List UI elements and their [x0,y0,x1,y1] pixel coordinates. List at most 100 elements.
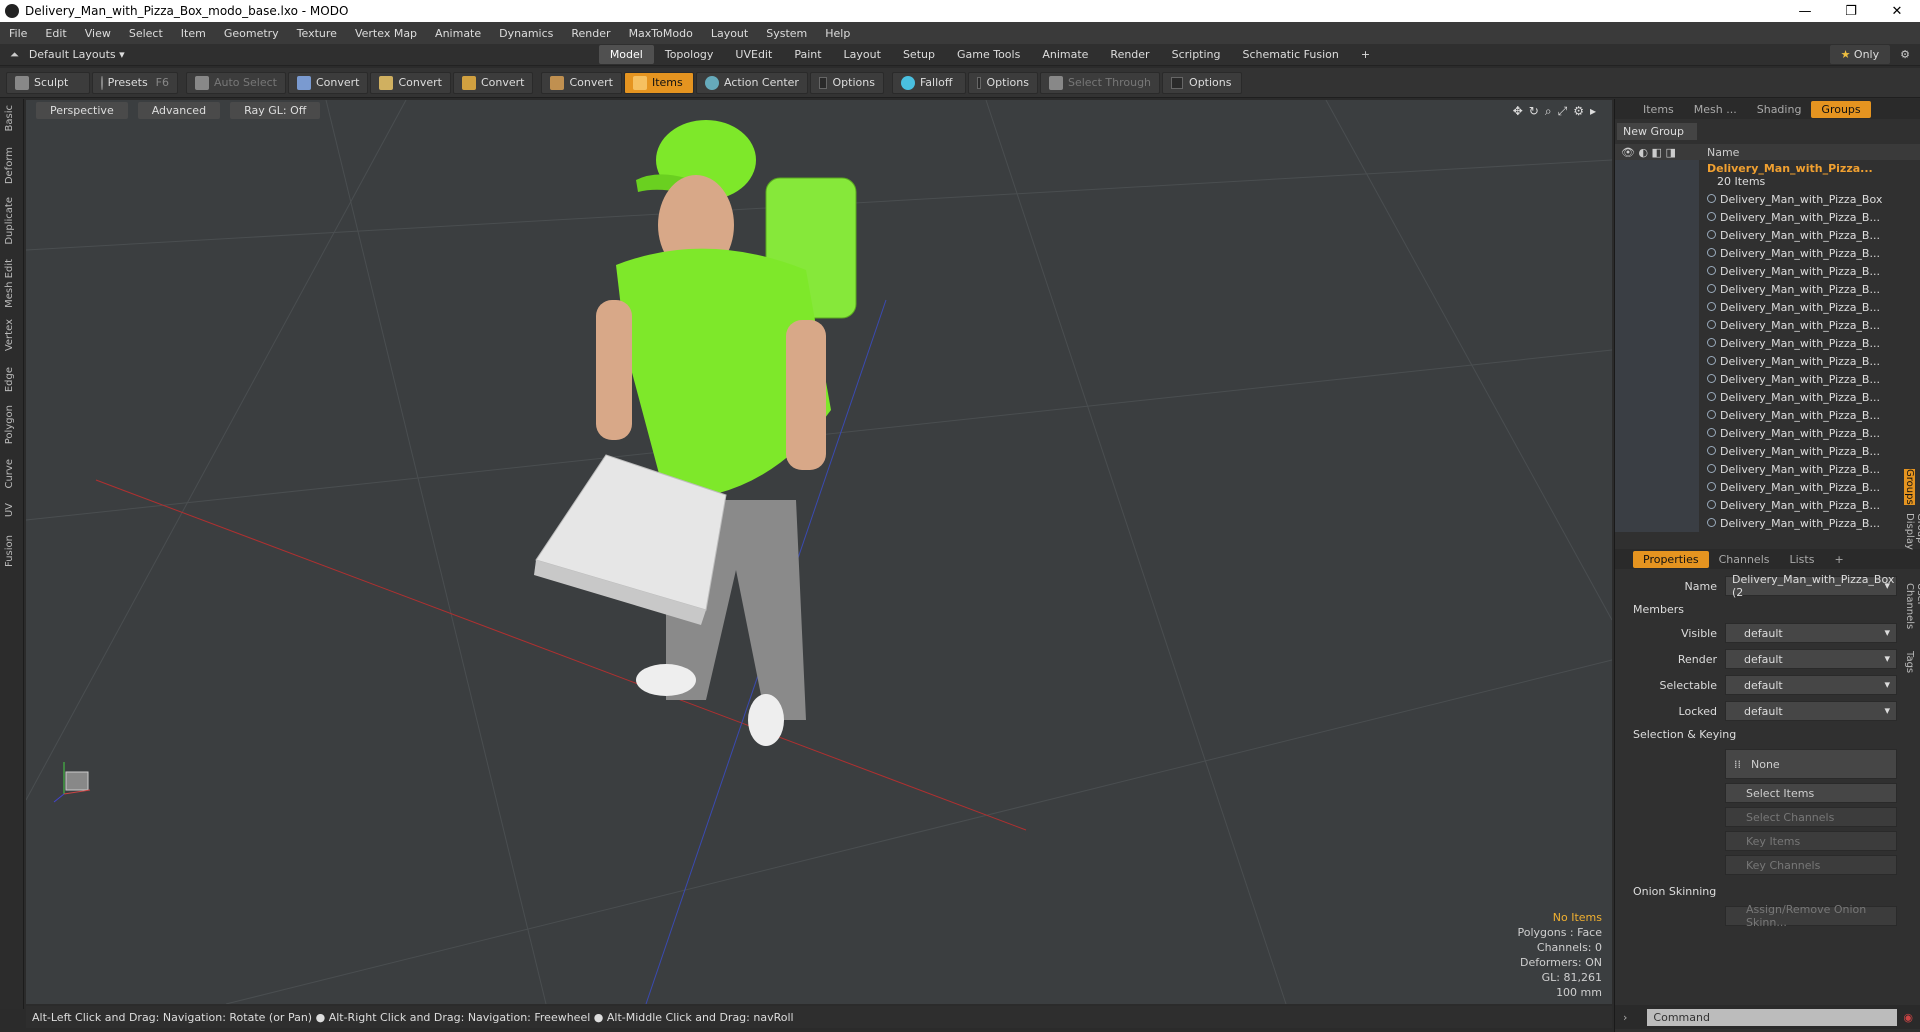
group-item-row[interactable]: Delivery_Man_with_Pizza_B... [1615,208,1920,226]
gear-icon[interactable]: ⚙ [1890,48,1920,61]
raygl-button[interactable]: Ray GL: Off [230,102,321,119]
menu-file[interactable]: File [0,27,36,40]
group-item-row[interactable]: Delivery_Man_with_Pizza_Box [1615,190,1920,208]
name-field[interactable]: Delivery_Man_with_Pizza_Box (2 [1725,573,1897,599]
tab-groups[interactable]: Groups [1811,100,1871,118]
menu-animate[interactable]: Animate [426,27,490,40]
vtab-curve[interactable]: Curve [4,459,15,489]
menu-layout[interactable]: Layout [702,27,757,40]
tab-schematic-fusion[interactable]: Schematic Fusion [1232,45,1350,64]
group-item-row[interactable]: Delivery_Man_with_Pizza_B... [1615,406,1920,424]
tab-model[interactable]: Model [598,45,654,64]
vtab-fusion[interactable]: Fusion [4,535,15,567]
select-channels-button[interactable]: Select Channels [1725,807,1897,827]
menu-render[interactable]: Render [562,27,619,40]
menu-system[interactable]: System [757,27,816,40]
fit-view-icon[interactable]: ⤢ [1558,104,1568,119]
menu-texture[interactable]: Texture [288,27,346,40]
convert-button-2[interactable]: Convert [370,71,451,94]
vtab-tags[interactable]: Tags [1904,651,1915,673]
add-properties-tab[interactable]: + [1824,551,1853,568]
vtab-user-channels[interactable]: User Channels [1904,583,1920,629]
vtab-groups[interactable]: Groups [1904,469,1915,505]
tab-setup[interactable]: Setup [892,45,946,64]
locked-dropdown[interactable]: default [1725,701,1897,721]
tab-uvedit[interactable]: UVEdit [724,45,783,64]
tab-layout[interactable]: Layout [833,45,892,64]
members-section[interactable]: Members [1615,599,1920,620]
options-checkbox[interactable] [818,76,827,89]
options-button-3[interactable]: Options [1162,71,1243,94]
group-item-row[interactable]: Delivery_Man_with_Pizza_B... [1615,460,1920,478]
move-view-icon[interactable]: ✥ [1513,104,1523,119]
select-items-button[interactable]: Select Items [1725,783,1897,803]
tab-lists[interactable]: Lists [1780,551,1825,568]
tab-items[interactable]: Items [1633,101,1684,118]
command-input[interactable]: Command [1647,1008,1898,1026]
vtab-group-display[interactable]: Group Display [1904,513,1920,550]
options-button-1[interactable]: Options [809,71,884,94]
group-item-row[interactable]: Delivery_Man_with_Pizza_B... [1615,316,1920,334]
convert-button-4[interactable]: Convert [541,71,622,94]
menu-edit[interactable]: Edit [36,27,75,40]
options-checkbox[interactable] [1171,76,1184,89]
tab-channels[interactable]: Channels [1709,551,1780,568]
close-button[interactable]: ✕ [1874,4,1920,19]
group-item-row[interactable]: Delivery_Man_with_Pizza_B... [1615,352,1920,370]
default-layouts-dropdown[interactable]: Default Layouts ▾ [29,48,599,61]
menu-dynamics[interactable]: Dynamics [490,27,562,40]
tab-game-tools[interactable]: Game Tools [946,45,1031,64]
group-item-row[interactable]: Delivery_Man_with_Pizza_B... [1615,298,1920,316]
menu-view[interactable]: View [76,27,120,40]
group-item-row[interactable]: Delivery_Man_with_Pizza_B... [1615,244,1920,262]
menu-item[interactable]: Item [172,27,215,40]
vtab-basic[interactable]: Basic [4,105,15,131]
layout-icon[interactable]: ⏶ [0,48,29,62]
rotate-view-icon[interactable]: ↻ [1529,104,1539,119]
vtab-polygon[interactable]: Polygon [4,405,15,444]
group-item-row[interactable]: Delivery_Man_with_Pizza_B... [1615,514,1920,532]
tab-mesh[interactable]: Mesh ... [1684,101,1747,118]
render-dropdown[interactable]: default [1725,649,1897,669]
command-expand-icon[interactable]: › [1615,1011,1627,1024]
presets-button[interactable]: Presets F6 [92,71,178,94]
viewport-settings-icon[interactable]: ⚙ [1573,104,1584,119]
items-button[interactable]: Items [623,71,694,94]
only-button[interactable]: ★ Only [1829,45,1891,64]
group-row[interactable]: Delivery_Man_with_Pizza... 20 Items [1615,160,1920,190]
options-button-2[interactable]: Options [967,71,1038,94]
action-center-button[interactable]: Action Center [695,71,808,94]
onion-skinning-section[interactable]: Onion Skinning [1615,881,1920,902]
name-column-header[interactable]: Name [1699,146,1739,159]
group-item-row[interactable]: Delivery_Man_with_Pizza_B... [1615,262,1920,280]
none-button[interactable]: ⁞⁞ None [1725,749,1897,779]
menu-geometry[interactable]: Geometry [215,27,288,40]
add-tab-icon[interactable]: + [1350,45,1381,64]
group-item-row[interactable]: Delivery_Man_with_Pizza_B... [1615,424,1920,442]
group-item-row[interactable]: Delivery_Man_with_Pizza_B... [1615,442,1920,460]
options-checkbox[interactable] [976,76,981,89]
group-item-row[interactable]: Delivery_Man_with_Pizza_B... [1615,226,1920,244]
visible-dropdown[interactable]: default [1725,623,1897,643]
key-channels-button[interactable]: Key Channels [1725,855,1897,875]
tab-properties[interactable]: Properties [1633,550,1709,568]
selection-keying-section[interactable]: Selection & Keying [1615,724,1920,745]
vtab-mesh-edit[interactable]: Mesh Edit [4,259,15,308]
menu-maxtomodo[interactable]: MaxToModo [620,27,702,40]
viewport-menu-icon[interactable]: ▸ [1590,104,1596,119]
group-item-row[interactable]: Delivery_Man_with_Pizza_B... [1615,334,1920,352]
convert-button-1[interactable]: Convert [287,71,369,94]
maximize-button[interactable]: ❐ [1828,4,1874,19]
key-items-button[interactable]: Key Items [1725,831,1897,851]
tab-shading[interactable]: Shading [1747,101,1812,118]
group-item-row[interactable]: Delivery_Man_with_Pizza_B... [1615,388,1920,406]
group-item-row[interactable]: Delivery_Man_with_Pizza_B... [1615,280,1920,298]
menu-vertex-map[interactable]: Vertex Map [346,27,426,40]
menu-help[interactable]: Help [816,27,859,40]
3d-viewport[interactable]: Perspective Advanced Ray GL: Off ✥ ↻ ⌕ ⤢… [26,100,1612,1004]
tab-paint[interactable]: Paint [783,45,832,64]
select-through-button[interactable]: Select Through [1039,71,1161,94]
vtab-uv[interactable]: UV [4,503,15,517]
tab-render[interactable]: Render [1099,45,1160,64]
menu-select[interactable]: Select [120,27,172,40]
